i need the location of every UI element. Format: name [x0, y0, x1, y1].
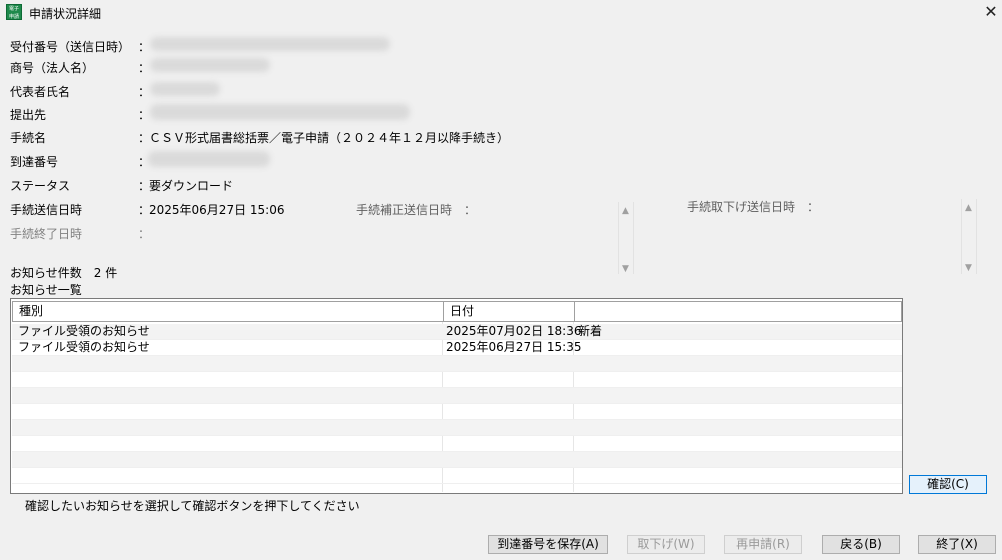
empty-row — [12, 452, 902, 468]
sent-datetime-value: 2025年06月27日 15:06 — [149, 203, 285, 217]
save-arrival-no-button[interactable]: 到達番号を保存(A) — [488, 535, 608, 554]
empty-row — [12, 404, 902, 420]
column-header-type[interactable]: 種別 — [13, 302, 443, 321]
window-title: 申請状況詳細 — [29, 7, 102, 21]
withdraw-button[interactable]: 取下げ(W) — [627, 535, 705, 554]
correction-sent-label: 手続補正送信日時 ： — [356, 203, 477, 217]
withdraw-sent-label: 手続取下げ送信日時 ： — [687, 200, 820, 214]
app-icon: 電子申請 — [6, 4, 22, 20]
correction-scrollbar[interactable]: ▲ ▼ — [618, 202, 634, 274]
scroll-down-icon[interactable]: ▼ — [622, 264, 629, 274]
arrival-no-label: 到達番号 — [10, 155, 59, 169]
redacted-arrival-no — [148, 151, 270, 167]
exit-button[interactable]: 終了(X) — [918, 535, 996, 554]
colon: ： — [138, 227, 151, 241]
colon: ： — [138, 40, 151, 54]
empty-row — [12, 468, 902, 484]
scroll-up-icon[interactable]: ▲ — [622, 206, 629, 216]
back-button[interactable]: 戻る(B) — [822, 535, 900, 554]
sent-datetime-label: 手続送信日時 — [10, 203, 83, 217]
destination-label: 提出先 — [10, 108, 47, 122]
empty-row — [12, 436, 902, 452]
withdraw-scrollbar[interactable]: ▲ ▼ — [961, 199, 977, 274]
row-date: 2025年07月02日 18:36 — [446, 324, 582, 338]
scroll-up-icon[interactable]: ▲ — [965, 203, 972, 213]
notice-count: お知らせ件数 2 件 — [10, 266, 118, 280]
instruction-text: 確認したいお知らせを選択して確認ボタンを押下してください — [25, 499, 360, 513]
colon: ： — [138, 108, 151, 122]
procedure-label: 手続名 — [10, 131, 47, 145]
notice-table[interactable]: 種別 日付 ファイル受領のお知らせ 2025年07月02日 18:36 新着 フ… — [10, 298, 903, 494]
redacted-destination — [150, 104, 410, 120]
reapply-button[interactable]: 再申請(R) — [724, 535, 802, 554]
close-icon[interactable]: ✕ — [980, 0, 1002, 24]
redacted-representative — [150, 82, 220, 96]
column-header-status[interactable] — [574, 302, 901, 321]
scroll-down-icon[interactable]: ▼ — [965, 263, 972, 273]
title-bar: 電子申請 申請状況詳細 ✕ — [0, 0, 1002, 27]
end-datetime-label: 手続終了日時 — [10, 227, 83, 241]
table-row[interactable]: ファイル受領のお知らせ 2025年07月02日 18:36 新着 — [12, 324, 902, 340]
row-type: ファイル受領のお知らせ — [18, 324, 150, 338]
notice-list-title: お知らせ一覧 — [10, 283, 82, 297]
column-header-date[interactable]: 日付 — [443, 302, 574, 321]
redacted-company — [150, 58, 270, 72]
empty-row — [12, 372, 902, 388]
colon: ： — [138, 61, 151, 75]
representative-label: 代表者氏名 — [10, 85, 71, 99]
status-value: 要ダウンロード — [149, 179, 234, 193]
receipt-no-label: 受付番号（送信日時） — [10, 40, 131, 54]
redacted-receipt-no — [150, 37, 390, 51]
confirm-button[interactable]: 確認(C) — [909, 475, 987, 494]
status-label: ステータス — [10, 179, 71, 193]
company-label: 商号（法人名） — [10, 61, 95, 75]
table-header: 種別 日付 — [12, 301, 902, 322]
app-icon-text: 電子申請 — [8, 6, 19, 20]
colon: ： — [138, 85, 151, 99]
procedure-value: ＣＳＶ形式届書総括票／電子申請（２０２４年１２月以降手続き） — [149, 131, 510, 145]
empty-row — [12, 420, 902, 436]
row-type: ファイル受領のお知らせ — [18, 340, 150, 354]
empty-row — [12, 356, 902, 372]
empty-row — [12, 388, 902, 404]
row-date: 2025年06月27日 15:35 — [446, 340, 582, 354]
table-row[interactable]: ファイル受領のお知らせ 2025年06月27日 15:35 — [12, 340, 902, 356]
row-new-flag: 新着 — [578, 324, 603, 338]
